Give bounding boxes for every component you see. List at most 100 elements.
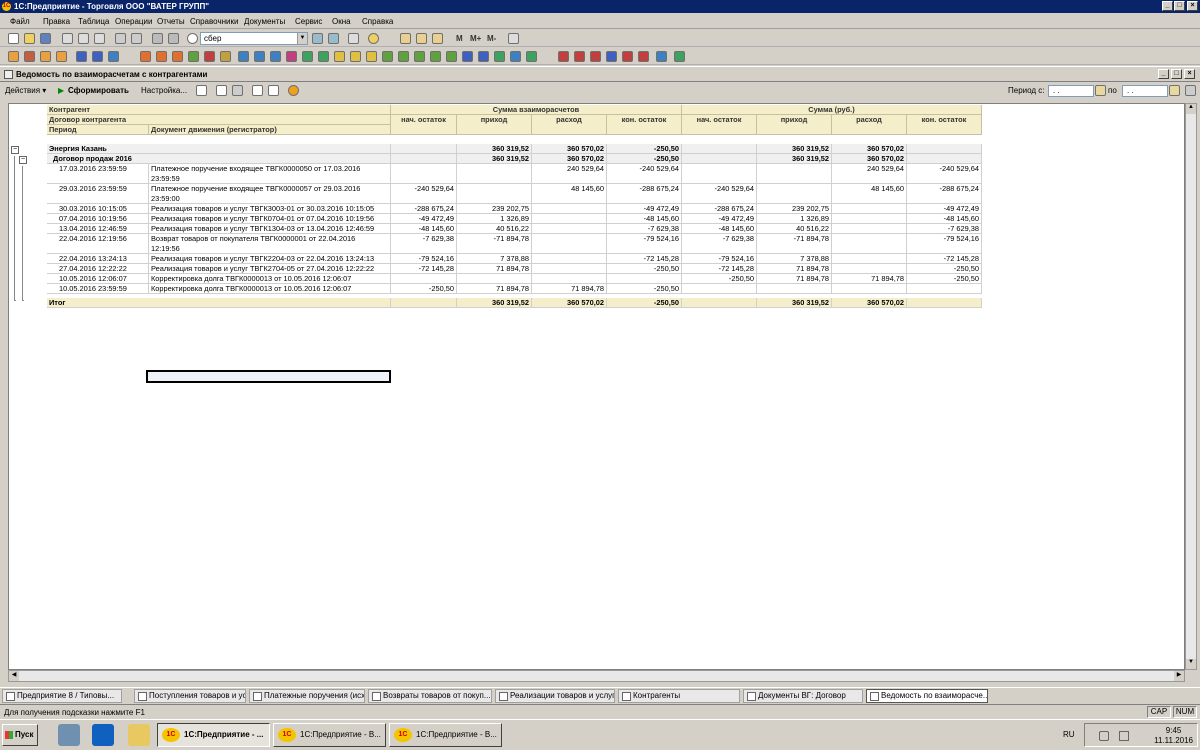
row-document[interactable]: Платежное поручение входящее ТВГК0000057… [149,184,391,204]
value-cell[interactable]: -48 145,60 [391,224,457,234]
value-cell[interactable]: -79 524,16 [907,234,982,254]
export-icon[interactable] [494,51,505,62]
explorer-icon[interactable] [128,724,150,746]
value-cell[interactable] [532,214,607,224]
value-cell[interactable]: -288 675,24 [391,204,457,214]
value-cell[interactable]: -288 675,24 [682,204,757,214]
value-cell[interactable]: -79 524,16 [682,254,757,264]
move-icon[interactable] [238,51,249,62]
tools-icon[interactable] [508,33,519,44]
value-cell[interactable]: 240 529,64 [532,164,607,184]
info-icon[interactable] [368,33,379,44]
analysis-icon[interactable] [334,51,345,62]
value-cell[interactable]: -48 145,60 [607,214,682,224]
order-icon[interactable] [172,51,183,62]
value-cell[interactable]: -49 472,49 [907,204,982,214]
header-col[interactable]: расход [532,115,607,135]
calendar-to-icon[interactable] [1169,85,1180,96]
close-button[interactable]: × [1187,1,1198,11]
value-cell[interactable]: 40 516,22 [457,224,532,234]
header-doc[interactable]: Документ движения (регистратор) [149,125,391,135]
value-cell[interactable]: -72 145,28 [907,254,982,264]
header-col[interactable]: приход [757,115,832,135]
value-cell[interactable] [682,284,757,294]
value-cell[interactable]: 40 516,22 [757,224,832,234]
value-cell[interactable]: -288 675,24 [907,184,982,204]
catalog-icon[interactable] [40,51,51,62]
row-document[interactable]: Реализация товаров и услуг ТВГК2704-05 о… [149,264,391,274]
value-cell[interactable]: 360 570,02 [832,298,907,308]
settings-report-icon[interactable] [462,51,473,62]
row-document[interactable]: Возврат товаров от покупателя ТВГК000000… [149,234,391,254]
table-icon[interactable] [416,33,427,44]
scroll-right-icon[interactable]: ▶ [1174,671,1184,681]
value-cell[interactable] [532,204,607,214]
row-period[interactable]: 13.04.2016 12:46:59 [47,224,149,234]
header-group-rub[interactable]: Сумма (руб.) [682,105,982,115]
value-cell[interactable] [682,144,757,154]
value-cell[interactable] [682,298,757,308]
value-cell[interactable] [832,204,907,214]
undo-icon[interactable] [152,33,163,44]
value-cell[interactable]: -72 145,28 [607,254,682,264]
period-select-icon[interactable] [1185,85,1196,96]
value-cell[interactable]: 360 319,52 [457,144,532,154]
row-period[interactable]: 17.03.2016 23:59:59 [47,164,149,184]
value-cell[interactable] [532,224,607,234]
value-cell[interactable]: 360 570,02 [832,154,907,164]
menu-catalogs[interactable]: Справочники [190,17,238,26]
journal-icon[interactable] [24,51,35,62]
value-cell[interactable]: -71 894,78 [757,234,832,254]
value-cell[interactable] [532,254,607,264]
save-icon[interactable] [40,33,51,44]
value-cell[interactable]: 71 894,78 [457,264,532,274]
list-icon[interactable] [510,51,521,62]
copy-icon[interactable] [78,33,89,44]
report-spreadsheet[interactable]: − − Контрагент Договор контрагента Период Д… [8,103,1185,670]
value-cell[interactable]: -250,50 [607,298,682,308]
row-period[interactable]: 27.04.2016 12:22:22 [47,264,149,274]
value-cell[interactable]: 360 570,02 [832,144,907,154]
expand-icon[interactable] [252,85,263,96]
search-input[interactable]: сбер ▼ [200,32,308,45]
filter-icon[interactable] [92,51,103,62]
row-period[interactable]: 22.04.2016 12:19:56 [47,234,149,254]
settings-button[interactable]: Настройка... [141,86,187,95]
header-col[interactable]: кон. остаток [907,115,982,135]
value-cell[interactable] [907,154,982,164]
menu-service[interactable]: Сервис [295,17,322,26]
value-cell[interactable]: -72 145,28 [391,264,457,274]
title-toggle-icon[interactable] [196,85,207,96]
value-cell[interactable]: -250,50 [607,144,682,154]
value-cell[interactable]: -48 145,60 [682,224,757,234]
window-tab[interactable]: Реализации товаров и услуг [495,689,615,703]
value-cell[interactable] [832,224,907,234]
value-cell[interactable] [391,164,457,184]
menu-reports[interactable]: Отчеты [157,17,185,26]
value-cell[interactable]: 48 145,60 [832,184,907,204]
writeoff-icon[interactable] [270,51,281,62]
row-document[interactable]: Корректировка долга ТВГК0000013 от 10.05… [149,274,391,284]
value-cell[interactable] [391,154,457,164]
window-tab[interactable]: Поступления товаров и услуг [134,689,246,703]
collapse-group-icon[interactable]: − [11,146,19,154]
value-cell[interactable] [682,164,757,184]
menu-documents[interactable]: Документы [244,17,285,26]
cut-icon[interactable] [62,33,73,44]
value-cell[interactable]: 71 894,78 [757,274,832,284]
return-icon[interactable] [220,51,231,62]
balance-icon[interactable] [366,51,377,62]
value-cell[interactable]: 7 378,88 [457,254,532,264]
m-button[interactable]: M [456,34,463,43]
value-cell[interactable]: -250,50 [907,264,982,274]
doc-icon[interactable] [8,51,19,62]
value-cell[interactable]: 71 894,78 [832,274,907,284]
m-minus-button[interactable]: M- [487,34,496,43]
ledger-icon[interactable] [350,51,361,62]
value-cell[interactable]: -240 529,64 [907,164,982,184]
value-cell[interactable]: -7 629,38 [907,224,982,234]
menu-edit[interactable]: Правка [43,17,70,26]
row-document[interactable]: Реализация товаров и услуг ТВГК0704-01 о… [149,214,391,224]
window-tab[interactable]: Контрагенты [618,689,740,703]
header-col[interactable]: расход [832,115,907,135]
